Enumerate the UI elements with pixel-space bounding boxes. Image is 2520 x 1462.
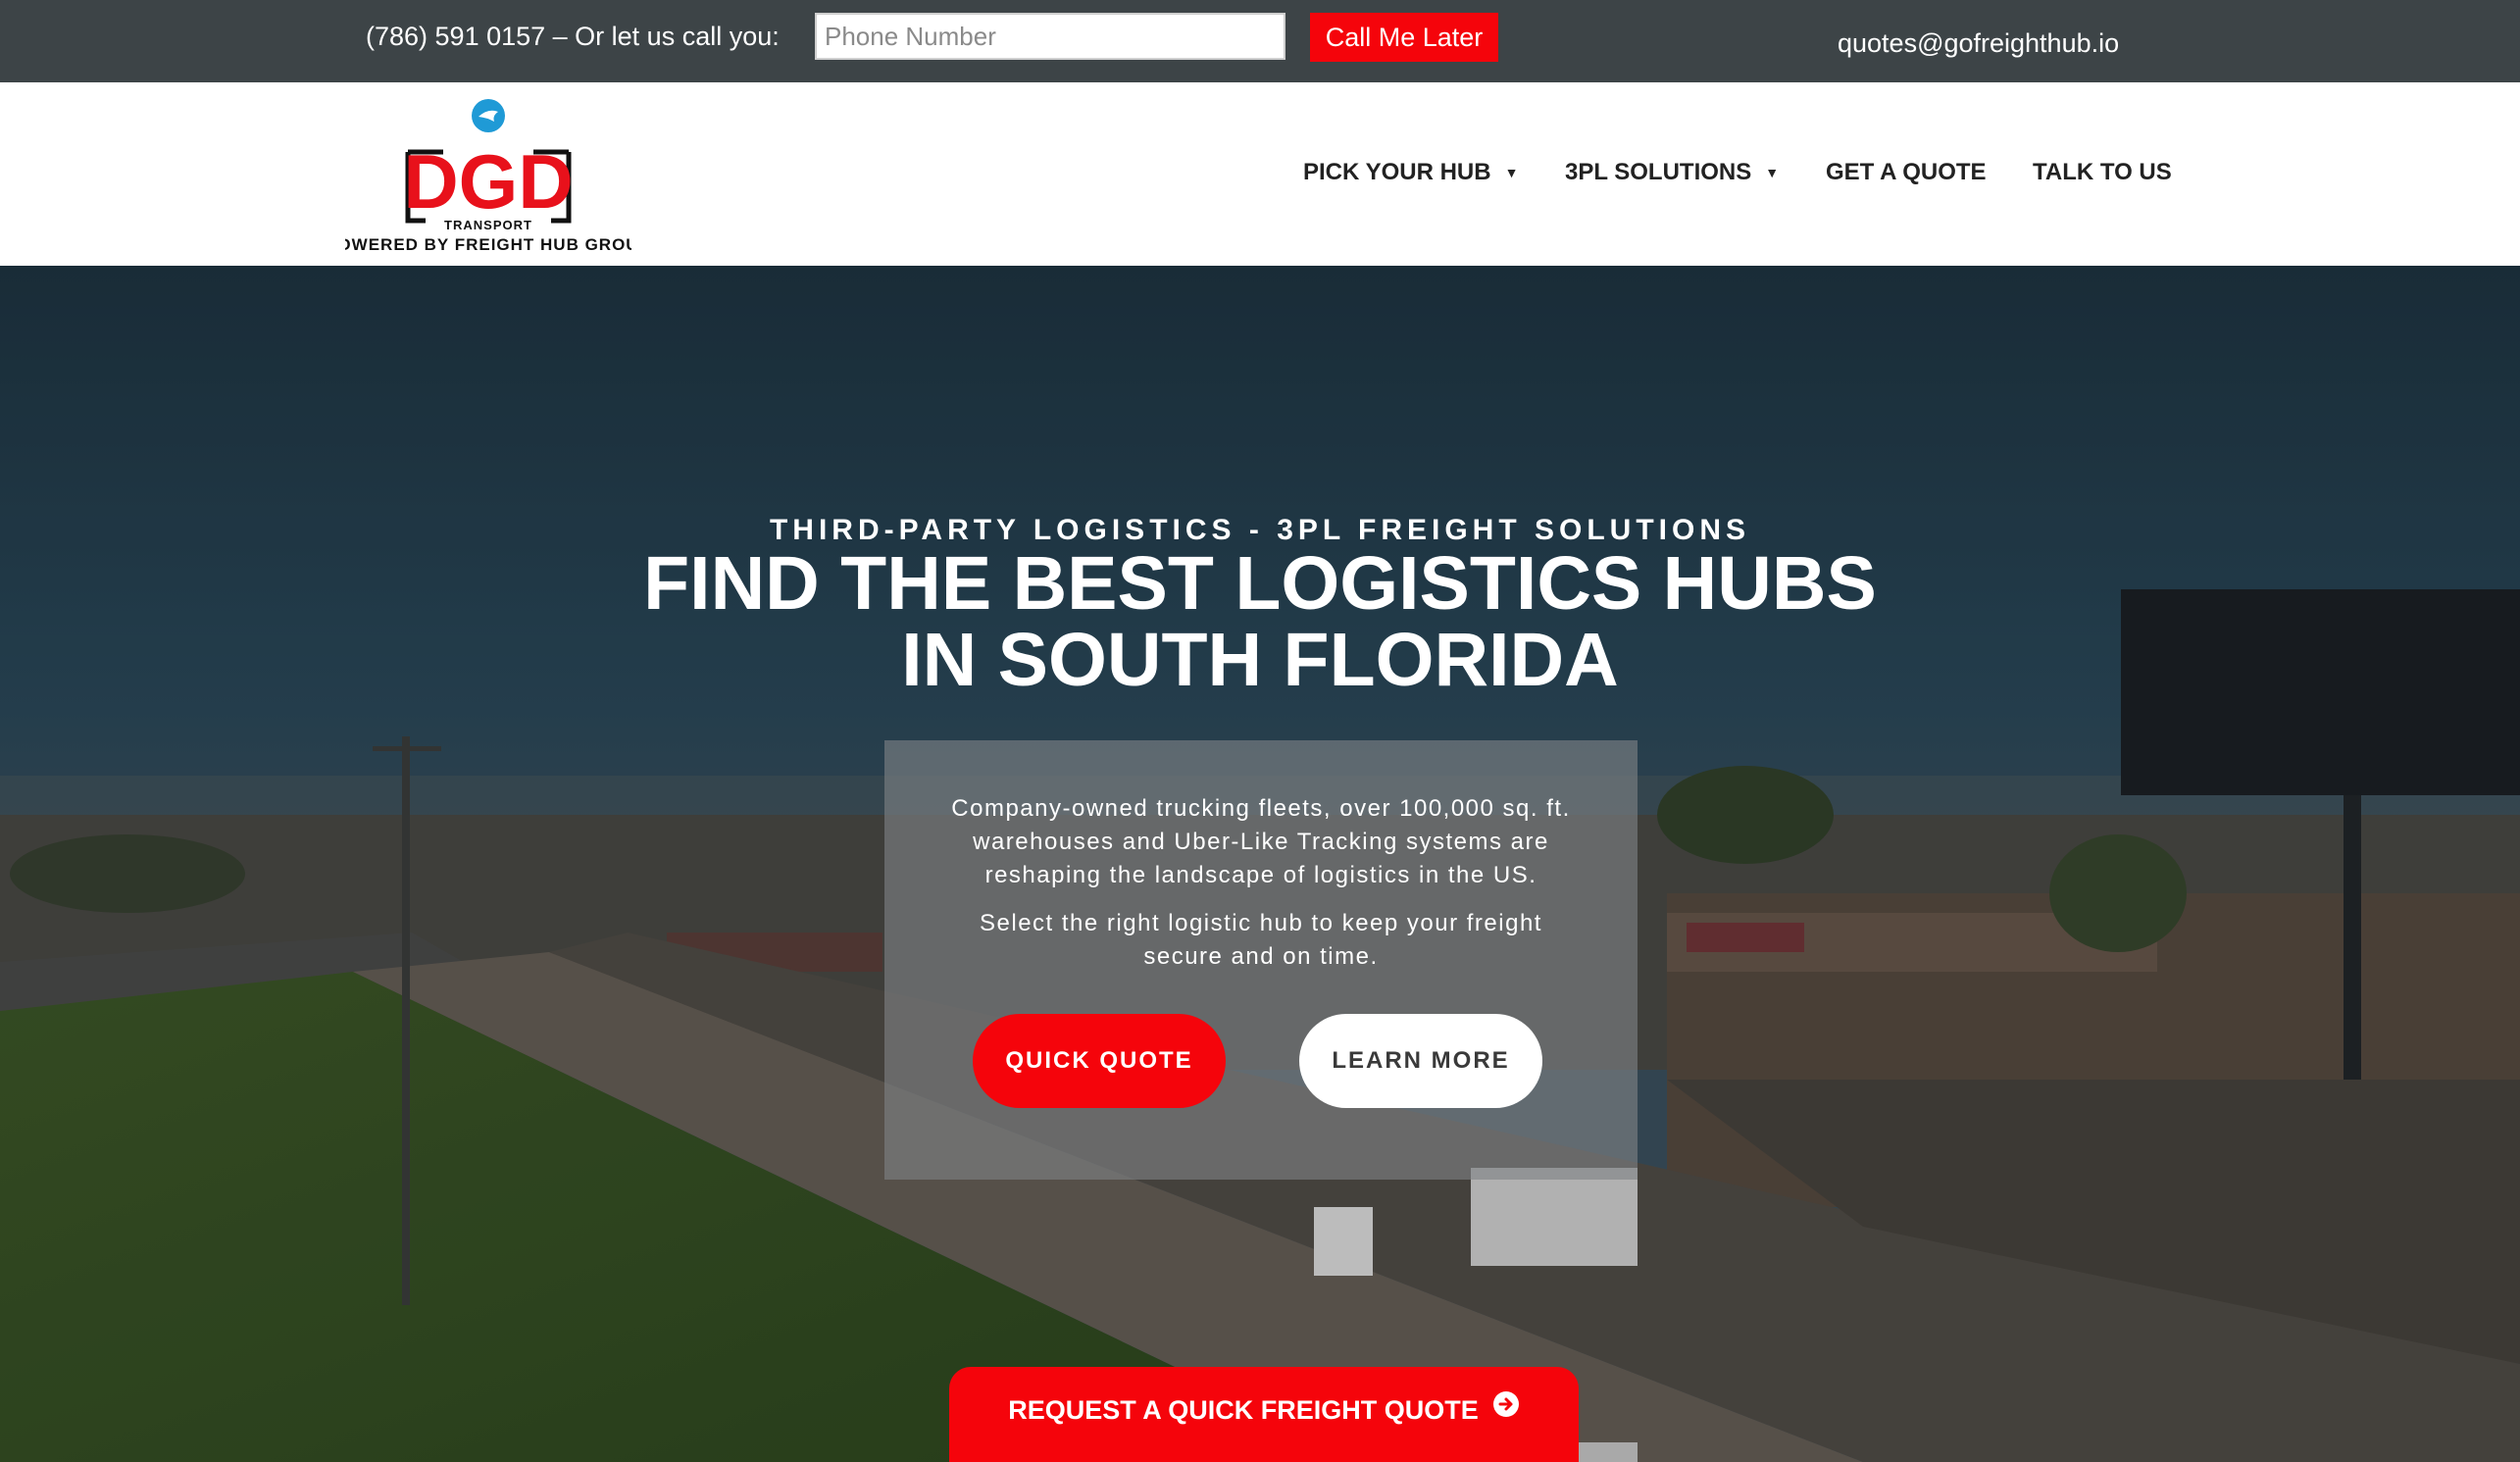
learn-more-button[interactable]: LEARN MORE [1299,1014,1542,1108]
card-line: Company-owned trucking fleets, over 100,… [951,795,1571,822]
card-line: reshaping the landscape of logistics in … [984,862,1537,888]
nav-label: PICK YOUR HUB [1303,159,1491,185]
caret-down-icon: ▼ [1504,165,1519,180]
nav-label: GET A QUOTE [1826,159,1987,185]
email-link[interactable]: quotes@gofreighthub.io [1838,28,2119,59]
top-utility-bar: (786) 591 0157 – Or let us call you: Cal… [0,0,2520,82]
logo-wordmark: DGD [403,138,573,225]
hero-headline: FIND THE BEST LOGISTICS HUBS IN SOUTH FL… [0,545,2520,698]
arrow-circle-right-icon [1492,1366,1520,1452]
phone-callback-text: (786) 591 0157 – Or let us call you: [366,22,780,51]
nav-get-a-quote[interactable]: GET A QUOTE [1826,159,1987,186]
headline-line-1: FIND THE BEST LOGISTICS HUBS [643,541,1877,626]
quick-quote-button[interactable]: QUICK QUOTE [973,1014,1226,1108]
logo-tagline: POWERED BY FREIGHT HUB GROUP [345,235,631,254]
hero-info-card: Company-owned trucking fleets, over 100,… [884,740,1638,1180]
caret-down-icon: ▼ [1765,165,1780,180]
nav-pick-your-hub[interactable]: PICK YOUR HUB ▼ [1303,159,1518,186]
logo-sub: TRANSPORT [444,218,532,232]
card-line: secure and on time. [1143,943,1379,970]
call-me-later-button[interactable]: Call Me Later [1310,13,1498,62]
card-paragraph-2: Select the right logistic hub to keep yo… [884,907,1638,974]
phone-number-input[interactable] [815,13,1285,60]
card-line: warehouses and Uber-Like Tracking system… [973,829,1549,855]
request-quote-label: REQUEST A QUICK FREIGHT QUOTE [1008,1395,1479,1425]
nav-talk-to-us[interactable]: TALK TO US [2033,159,2172,186]
card-paragraph-1: Company-owned trucking fleets, over 100,… [884,792,1638,892]
headline-line-2: IN SOUTH FLORIDA [901,618,1619,702]
nav-label: 3PL SOLUTIONS [1565,159,1752,185]
card-line: Select the right logistic hub to keep yo… [980,910,1542,936]
nav-3pl-solutions[interactable]: 3PL SOLUTIONS ▼ [1565,159,1779,186]
request-freight-quote-button[interactable]: REQUEST A QUICK FREIGHT QUOTE [949,1367,1579,1462]
dgd-logo[interactable]: DGD TRANSPORT POWERED BY FREIGHT HUB GRO… [345,98,631,255]
nav-label: TALK TO US [2033,159,2172,185]
